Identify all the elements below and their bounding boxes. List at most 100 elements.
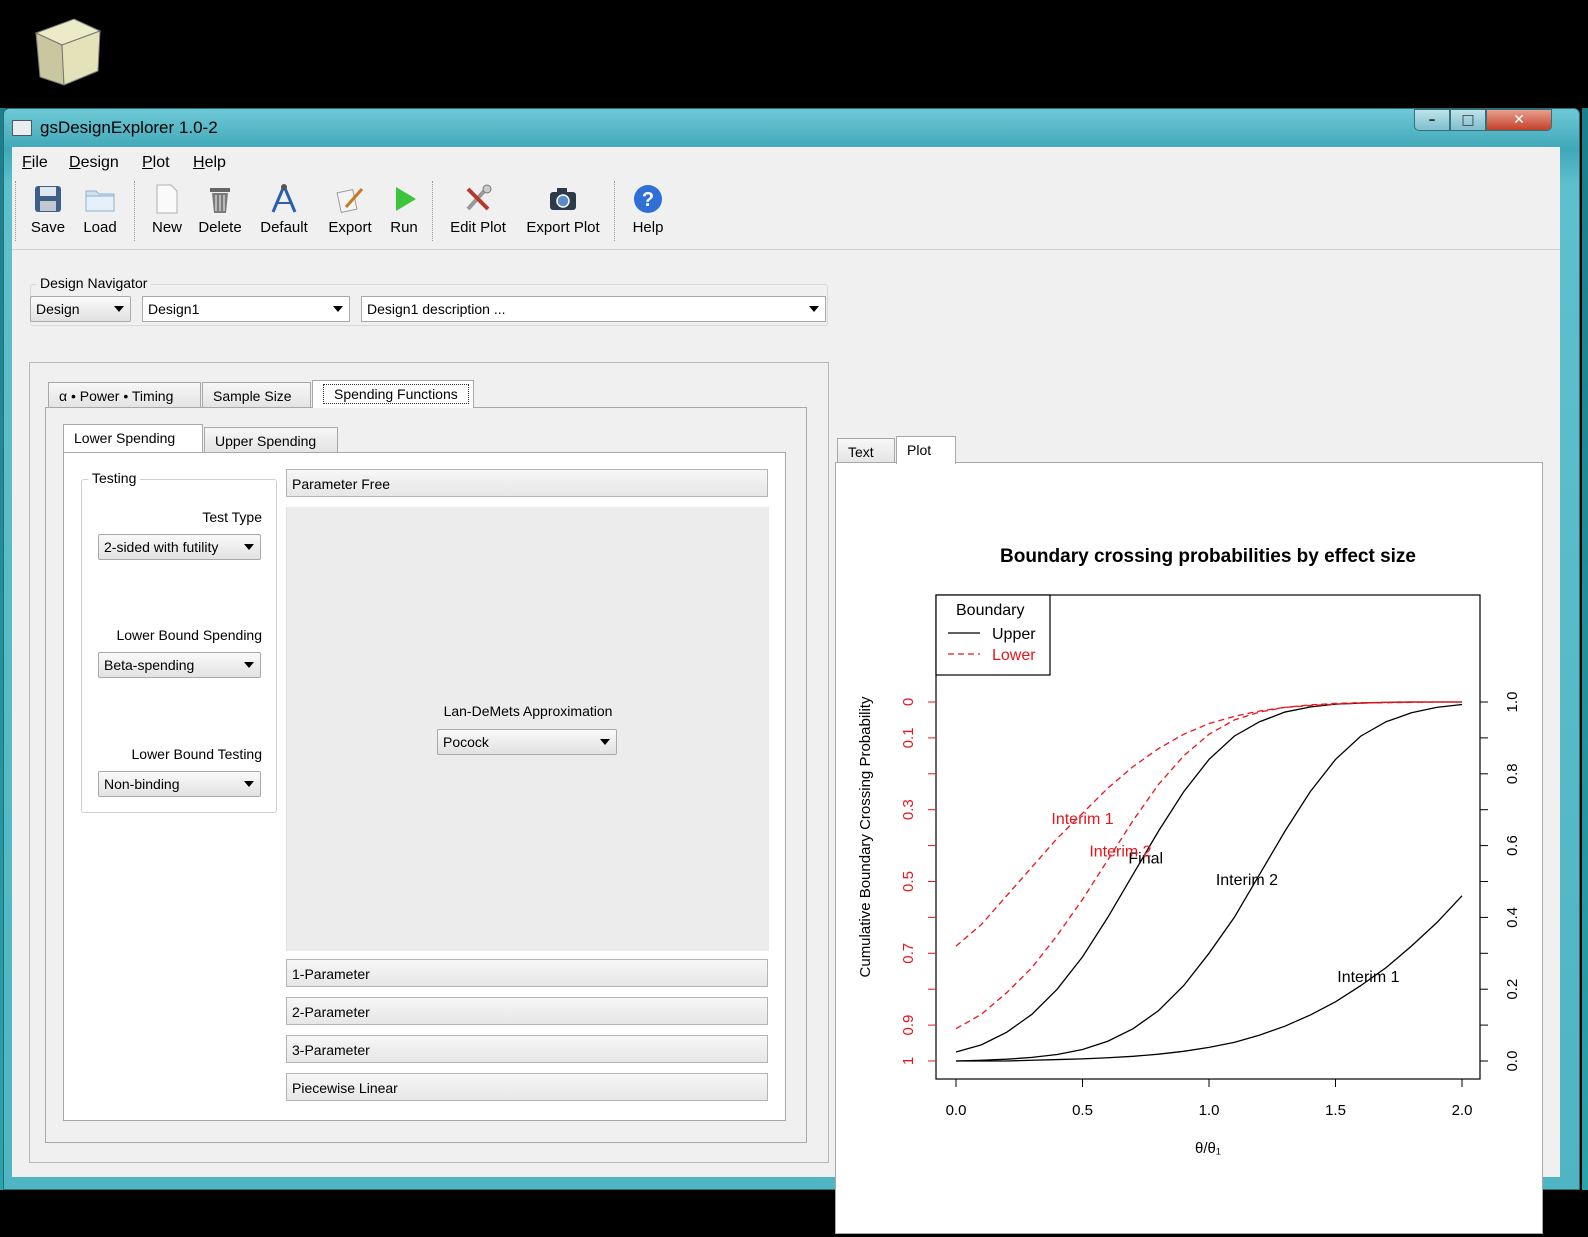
menu-help[interactable]: Help [193,154,226,172]
x-tick-label: 0.0 [946,1102,967,1119]
design-select[interactable]: Design1 [142,296,350,322]
right-y-tick-label: 0.2 [1504,979,1521,1000]
edit-plot-button[interactable]: Edit Plot [446,183,510,245]
left-y-tick-label: 0.3 [900,799,917,820]
series-labels: Interim 1Interim 2FinalInterim 1Interim … [1051,811,1399,986]
folder-icon [84,183,116,215]
x-tick-label: 1.0 [1199,1102,1220,1119]
chevron-down-icon [809,306,819,312]
tab-upper-spending[interactable]: Upper Spending [204,427,338,453]
section-parameter-free[interactable]: Parameter Free [286,469,768,497]
menu-plot[interactable]: Plot [142,154,170,172]
right-y-axis: 0.0 0.2 0.4 0.6 0.8 1.0 [1480,692,1521,1072]
tab-sample-size[interactable]: Sample Size [202,382,311,408]
chevron-down-icon [600,739,610,745]
maximize-button[interactable]: □ [1450,109,1486,131]
help-button[interactable]: ? Help [626,183,670,245]
save-button[interactable]: Save [26,183,70,245]
close-button[interactable]: ✕ [1486,109,1552,131]
minimize-button[interactable]: – [1414,109,1450,131]
tab-spending-functions[interactable]: Spending Functions [312,380,474,408]
legend: Boundary Upper Lower [935,594,1051,676]
y-axis-label: Cumulative Boundary Crossing Probability [857,696,874,977]
chevron-down-icon [244,781,254,787]
right-y-tick-label: 0.6 [1504,835,1521,856]
left-y-tick-label: 0.9 [900,1015,917,1036]
export-plot-button[interactable]: Export Plot [520,183,606,245]
section-2-parameter[interactable]: 2-Parameter [286,997,768,1025]
chevron-down-icon [244,544,254,550]
legend-title: Boundary [956,602,1025,619]
legend-label-upper: Upper [992,626,1036,643]
export-icon [334,183,366,215]
section-1-parameter[interactable]: 1-Parameter [286,959,768,987]
new-button[interactable]: New [145,183,189,245]
toolbar-separator [614,181,617,241]
help-icon: ? [632,183,664,215]
title-bar[interactable]: gsDesignExplorer 1.0-2 – □ ✕ [4,109,1579,147]
spending-functions-panel: Lower Spending Upper Spending Test Type … [45,407,807,1143]
chevron-down-icon [244,662,254,668]
toolbar-separator [432,181,435,241]
client-area: File Design Plot Help Save Load New Dele… [12,147,1560,1234]
app-icon [12,120,32,136]
section-3-parameter[interactable]: 3-Parameter [286,1035,768,1063]
right-y-tick-label: 0.4 [1504,907,1521,928]
default-button[interactable]: Default [256,183,312,245]
lan-demets-select[interactable]: Pocock [437,729,617,755]
legend-label-lower: Lower [992,647,1036,664]
section-piecewise-linear[interactable]: Piecewise Linear [286,1073,768,1101]
series-lines [955,701,1463,1062]
output-pane: Text Plot Boundary crossing probabilitie… [835,436,1543,1234]
menu-file[interactable]: File [22,154,48,172]
design-description-select[interactable]: Design1 description ... [361,296,826,322]
lan-demets-label: Lan-DeMets Approximation [443,703,613,719]
save-icon [32,183,64,215]
series-line [955,701,1462,1053]
series-line [955,703,1463,1062]
test-type-select[interactable]: 2-sided with futility [98,534,261,560]
test-type-label: Test Type [202,509,262,525]
chart-title: Boundary crossing probabilities by effec… [1000,546,1416,567]
camera-icon [547,183,579,215]
left-y-tick-label: 1 [900,1057,917,1065]
testing-group-title: Testing [88,470,141,486]
toolbar-separator [134,181,137,241]
compass-icon [268,183,300,215]
tab-text[interactable]: Text [837,438,895,464]
lower-bound-spending-select[interactable]: Beta-spending [98,652,261,678]
menu-design[interactable]: Design [69,154,119,172]
tools-icon [462,183,494,215]
cube-icon [34,18,102,86]
left-y-tick-label: 0 [900,698,917,706]
series-line [955,701,1462,947]
series-label: Interim 2 [1089,843,1151,860]
x-tick-label: 1.5 [1325,1102,1346,1119]
parameter-free-body: Lan-DeMets Approximation Pocock [286,507,769,951]
load-button[interactable]: Load [78,183,122,245]
boundary-chart: Boundary crossing probabilities by effec… [857,546,1521,1157]
menu-bar: File Design Plot Help [12,147,1560,177]
lower-bound-testing-select[interactable]: Non-binding [98,771,261,797]
tab-lower-spending[interactable]: Lower Spending [63,424,203,452]
delete-button[interactable]: Delete [194,183,246,245]
x-axis-label: θ/θ₁ [1195,1140,1221,1157]
export-button[interactable]: Export [322,183,378,245]
lower-bound-spending-label: Lower Bound Spending [116,627,262,643]
tab-alpha-power-timing[interactable]: α • Power • Timing [48,382,201,408]
series-label: Interim 1 [1051,811,1113,828]
x-tick-label: 2.0 [1452,1102,1473,1119]
trash-icon [204,183,236,215]
window-title: gsDesignExplorer 1.0-2 [40,118,218,137]
run-button[interactable]: Run [384,183,424,245]
left-y-tick-label: 0.7 [900,943,917,964]
tab-plot[interactable]: Plot [896,436,956,464]
design-navigator-title: Design Navigator [36,275,152,291]
right-y-tick-label: 0.0 [1504,1051,1521,1072]
navigator-type-select[interactable]: Design [30,296,131,322]
design-settings-pane: α • Power • Timing Sample Size Spending … [29,362,829,1163]
plot-area: Boundary crossing probabilities by effec… [835,462,1543,1234]
app-window: gsDesignExplorer 1.0-2 – □ ✕ File Design… [3,108,1580,1234]
chevron-down-icon [333,306,343,312]
testing-group: Test Type 2-sided with futility Lower Bo… [81,479,277,813]
